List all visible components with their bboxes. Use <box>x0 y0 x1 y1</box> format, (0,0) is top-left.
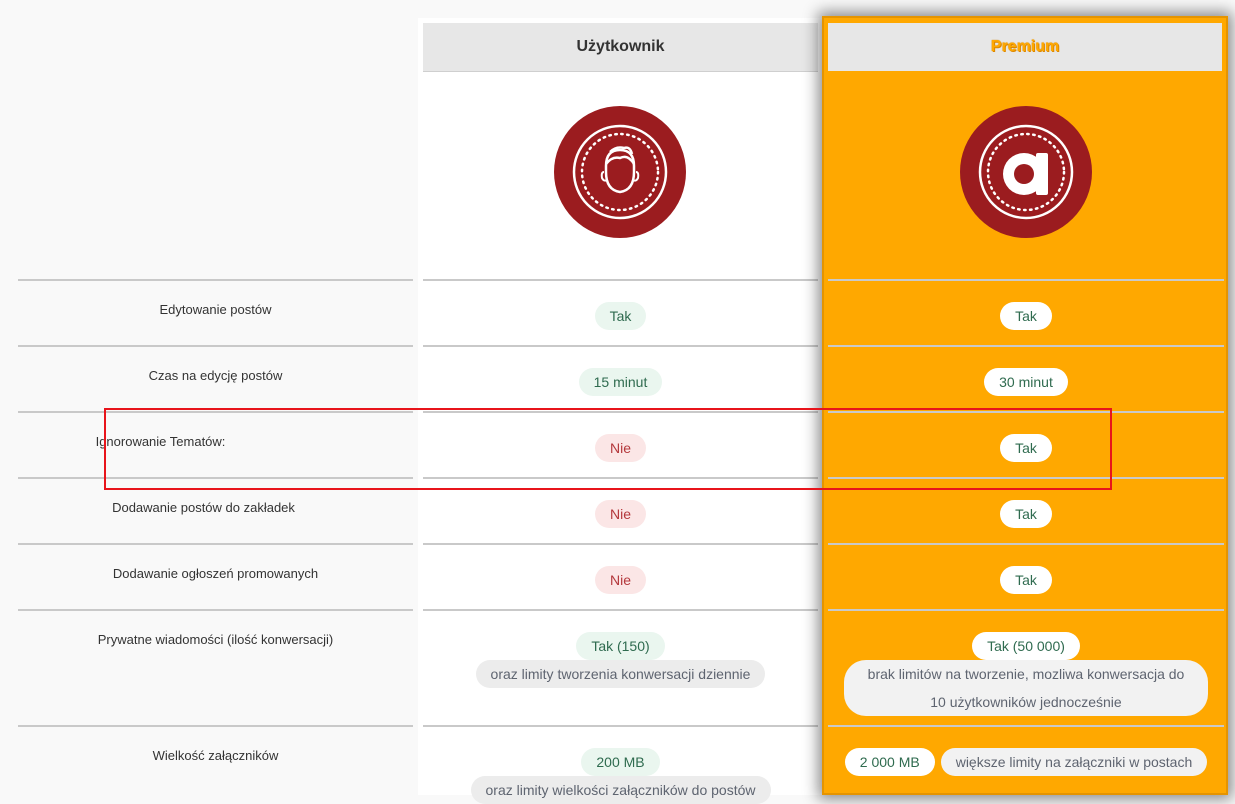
value-badge: 2 000 MB <box>844 748 935 776</box>
user-cell-promoted-ads: Nie <box>423 566 818 594</box>
limit-note: oraz limity wielkości załączników do pos… <box>470 776 771 804</box>
user-cell-edit-posts: Tak <box>423 302 818 330</box>
value-badge-no: Nie <box>594 434 646 462</box>
value-badge-yes: Tak <box>1000 302 1052 330</box>
premium-cell-edit-time: 30 minut <box>828 368 1224 396</box>
row-divider <box>18 411 413 413</box>
plan-column-user: Użytkownik Tak 15 minut Nie Nie Nie Tak … <box>418 18 823 804</box>
premium-cell-bookmarks: Tak <box>828 500 1224 528</box>
feature-label-edit-posts: Edytowanie postów <box>159 302 272 317</box>
feature-label-ignore-topics: Ignorowanie Tematów: <box>95 434 226 449</box>
row-divider <box>828 279 1224 281</box>
row-divider <box>423 543 818 545</box>
value-badge-yes: Tak <box>1000 500 1052 528</box>
value-badge: Tak (150) <box>576 632 665 660</box>
premium-cell-attachments: 2 000 MB większe limity na załączniki w … <box>828 748 1224 776</box>
feature-label-edit-time: Czas na edycję postów <box>148 368 283 383</box>
row-divider <box>18 725 413 727</box>
limit-note: oraz limity tworzenia konwersacji dzienn… <box>475 660 766 688</box>
plan-title-premium-box: Premium <box>828 23 1222 71</box>
row-divider <box>423 609 818 611</box>
value-badge: Tak (50 000) <box>972 632 1080 660</box>
feature-label-attachments: Wielkość załączników <box>152 748 279 763</box>
feature-label-bookmarks: Dodawanie postów do zakładek <box>112 500 295 515</box>
row-divider <box>18 477 413 479</box>
value-badge-yes: Tak <box>1000 566 1052 594</box>
user-cell-attachments: 200 MB oraz limity wielkości załączników… <box>423 748 818 804</box>
feature-label-promoted-ads: Dodawanie ogłoszeń promowanych <box>112 566 319 581</box>
plan-title-user: Użytkownik <box>423 23 818 72</box>
feature-label-private-messages: Prywatne wiadomości (ilość konwersacji) <box>97 632 334 647</box>
user-cell-private-messages: Tak (150) oraz limity tworzenia konwersa… <box>423 632 818 688</box>
feature-labels-column: Edytowanie postów Czas na edycję postów … <box>18 0 413 795</box>
limit-note: większe limity na załączniki w postach <box>940 748 1208 776</box>
plan-title-premium: Premium <box>990 38 1060 55</box>
value-badge: 200 MB <box>581 748 660 776</box>
row-divider <box>423 725 818 727</box>
premium-cell-ignore-topics: Tak <box>828 434 1224 462</box>
user-cell-ignore-topics: Nie <box>423 434 818 462</box>
row-divider <box>828 345 1224 347</box>
row-divider <box>423 477 818 479</box>
row-divider <box>828 543 1224 545</box>
row-divider <box>18 543 413 545</box>
user-face-icon <box>554 106 686 238</box>
value-badge-yes: Tak <box>1000 434 1052 462</box>
premium-cell-promoted-ads: Tak <box>828 566 1224 594</box>
value-badge-yes: Tak <box>594 302 647 330</box>
value-badge: 30 minut <box>984 368 1068 396</box>
plan-comparison-table: Edytowanie postów Czas na edycję postów … <box>0 0 1235 804</box>
row-divider <box>828 477 1224 479</box>
row-divider <box>423 345 818 347</box>
value-badge-no: Nie <box>594 566 646 594</box>
row-divider <box>18 279 413 281</box>
row-divider <box>828 411 1224 413</box>
row-divider <box>423 279 818 281</box>
plan-column-premium: Premium Tak 30 minut Tak Tak Tak Tak (50… <box>822 16 1228 795</box>
limit-note: brak limitów na tworzenie, mozliwa konwe… <box>844 660 1208 716</box>
row-divider <box>18 609 413 611</box>
value-badge: 15 minut <box>578 368 663 396</box>
row-divider <box>18 345 413 347</box>
premium-cell-private-messages: Tak (50 000) brak limitów na tworzenie, … <box>828 632 1224 716</box>
user-cell-edit-time: 15 minut <box>423 368 818 396</box>
row-divider <box>828 725 1224 727</box>
row-divider <box>423 411 818 413</box>
letter-a-icon <box>960 106 1092 238</box>
row-divider <box>828 609 1224 611</box>
user-cell-bookmarks: Nie <box>423 500 818 528</box>
value-badge-no: Nie <box>594 500 646 528</box>
premium-cell-edit-posts: Tak <box>828 302 1224 330</box>
